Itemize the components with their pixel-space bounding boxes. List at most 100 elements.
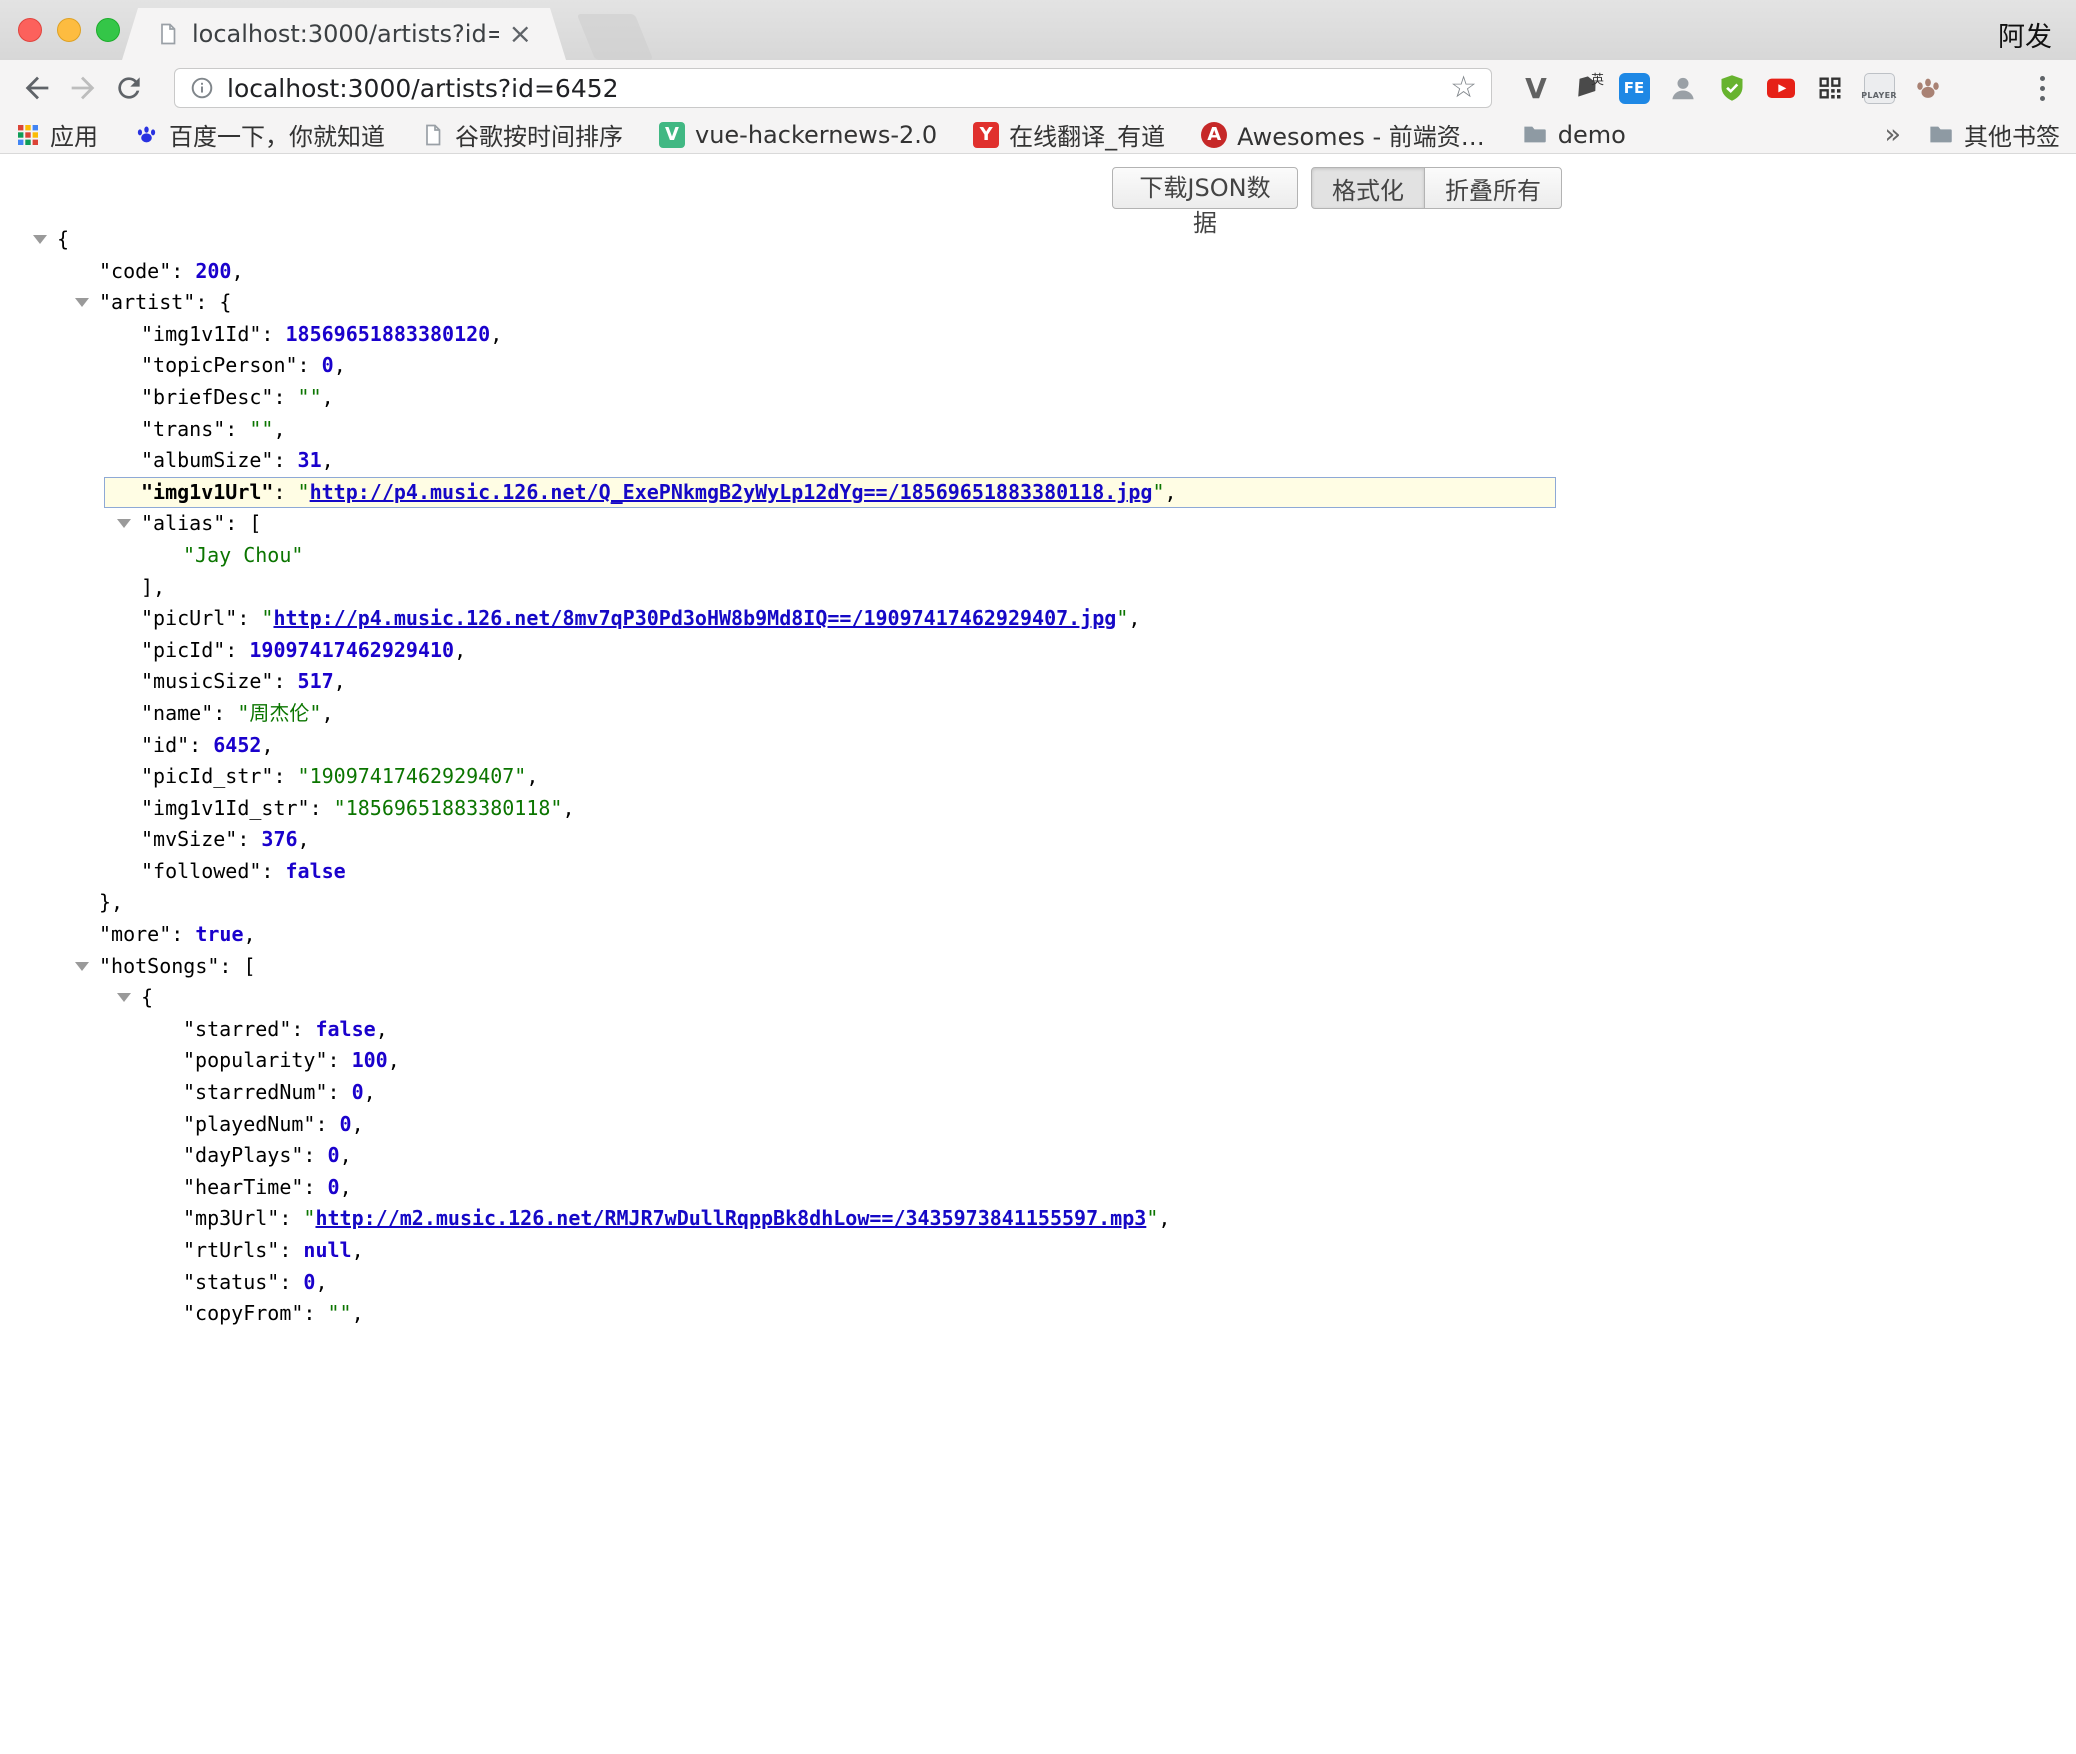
bookmark-label: vue-hackernews-2.0 (695, 121, 937, 149)
json-url-link[interactable]: http://m2.music.126.net/RMJR7wDullRqppBk… (315, 1206, 1146, 1230)
json-token-punc: , (352, 1238, 364, 1262)
json-line: "topicPerson": 0, (0, 350, 2076, 382)
bookmarks-overflow-chevron[interactable]: » (1884, 119, 1901, 150)
format-button[interactable]: 格式化 (1311, 167, 1425, 209)
download-json-button[interactable]: 下载JSON数据 (1112, 167, 1298, 209)
reload-button[interactable] (106, 65, 152, 111)
bookmark-item[interactable]: 谷歌按时间排序 (421, 117, 623, 152)
json-line: "albumSize": 31, (0, 445, 2076, 477)
json-token-key: "img1v1Url" (141, 480, 273, 504)
bookmark-item[interactable]: Y在线翻译_有道 (973, 117, 1165, 152)
bookmark-item[interactable]: AAwesomes - 前端资… (1201, 117, 1485, 152)
json-token-num: 0 (352, 1080, 364, 1104)
page-info-icon[interactable] (189, 75, 215, 101)
browser-window: localhost:3000/artists?id=645 × 阿发 local… (0, 0, 2076, 1754)
json-token-str: "周杰伦" (237, 701, 321, 725)
fehelper-extension-icon[interactable]: FE (1616, 70, 1652, 106)
json-line: "Jay Chou" (0, 540, 2076, 572)
collapse-triangle-icon[interactable] (117, 519, 131, 528)
paw-extension-icon[interactable] (1910, 70, 1946, 106)
browser-menu-icon[interactable] (2022, 68, 2062, 108)
fullscreen-window-button[interactable] (96, 18, 120, 42)
json-token-str: " (303, 1206, 315, 1230)
qrcode-extension-icon[interactable] (1812, 70, 1848, 106)
json-url-link[interactable]: http://p4.music.126.net/Q_ExePNkmgB2yWyL… (310, 480, 1153, 504)
json-token-punc: : (273, 385, 297, 409)
back-button[interactable] (14, 65, 60, 111)
shield-extension-icon[interactable] (1714, 70, 1750, 106)
apps-grid-icon (16, 123, 40, 147)
json-token-num: 0 (340, 1112, 352, 1136)
json-line-highlighted: "img1v1Url": "http://p4.music.126.net/Q_… (104, 477, 1556, 509)
browser-tab[interactable]: localhost:3000/artists?id=645 × (122, 8, 566, 60)
other-bookmarks-folder[interactable]: 其他书签 (1927, 117, 2060, 152)
json-line: "picUrl": "http://p4.music.126.net/8mv7q… (0, 603, 2076, 635)
tab-close-icon[interactable]: × (509, 20, 532, 48)
minimize-window-button[interactable] (57, 18, 81, 42)
json-token-punc: : (279, 1206, 303, 1230)
json-token-punc: : { (195, 290, 231, 314)
json-token-str: " (1146, 1206, 1158, 1230)
bookmark-item[interactable]: 百度一下，你就知道 (134, 117, 385, 152)
json-token-punc: : (279, 1238, 303, 1262)
json-token-punc: }, (99, 890, 123, 914)
json-token-num: 517 (298, 669, 334, 693)
json-token-bool: false (286, 859, 346, 883)
youtube-extension-icon[interactable] (1763, 70, 1799, 106)
close-window-button[interactable] (18, 18, 42, 42)
json-token-punc: : (225, 638, 249, 662)
json-token-punc: : (273, 480, 297, 504)
address-bar[interactable]: localhost:3000/artists?id=6452 ☆ (174, 68, 1492, 108)
profile-name[interactable]: 阿发 (1998, 15, 2052, 54)
json-line: "code": 200, (0, 256, 2076, 288)
json-token-num: 31 (298, 448, 322, 472)
json-line: "hearTime": 0, (0, 1172, 2076, 1204)
bookmarks-bar: 应用 百度一下，你就知道 谷歌按时间排序 Vvue-hackernews-2.0 Y在线… (0, 116, 2076, 154)
bookmark-item[interactable]: 应用 (16, 117, 98, 152)
collapse-triangle-icon[interactable] (75, 962, 89, 971)
json-token-punc: { (141, 985, 153, 1009)
json-token-bool: true (195, 922, 243, 946)
json-token-num: 200 (195, 259, 231, 283)
vimium-extension-icon[interactable]: V (1518, 70, 1554, 106)
json-line: "trans": "", (0, 414, 2076, 446)
json-token-punc: ], (141, 575, 165, 599)
folder-icon (1927, 121, 1954, 148)
bookmark-item[interactable]: Vvue-hackernews-2.0 (659, 121, 937, 149)
json-line: "img1v1Id_str": "18569651883380118", (0, 793, 2076, 825)
bookmark-star-icon[interactable]: ☆ (1450, 73, 1477, 103)
json-token-key: "hearTime" (183, 1175, 303, 1199)
bookmark-favicon: A (1201, 122, 1227, 148)
json-token-key: "rtUrls" (183, 1238, 279, 1262)
json-token-num: 0 (328, 1175, 340, 1199)
json-token-punc: : (261, 322, 285, 346)
json-line: "popularity": 100, (0, 1045, 2076, 1077)
profile-extension-icon[interactable] (1665, 70, 1701, 106)
json-token-str: "19097417462929407" (298, 764, 527, 788)
json-token-key: "mp3Url" (183, 1206, 279, 1230)
json-line: "picId_str": "19097417462929407", (0, 761, 2076, 793)
collapse-triangle-icon[interactable] (75, 298, 89, 307)
json-token-str: " (261, 606, 273, 630)
json-token-bool: false (315, 1017, 375, 1041)
json-line: ], (0, 572, 2076, 604)
forward-button[interactable] (60, 65, 106, 111)
collapse-triangle-icon[interactable] (33, 235, 47, 244)
json-token-punc: , (1158, 1206, 1170, 1230)
tab-strip: localhost:3000/artists?id=645 × 阿发 (0, 0, 2076, 60)
new-tab-button[interactable] (577, 14, 654, 60)
document-icon (421, 123, 445, 147)
json-line: "mp3Url": "http://m2.music.126.net/RMJR7… (0, 1203, 2076, 1235)
collapse-triangle-icon[interactable] (117, 993, 131, 1002)
youdao-extension-icon[interactable]: 英 (1567, 70, 1603, 106)
json-line: "artist": { (0, 287, 2076, 319)
collapse-all-button[interactable]: 折叠所有 (1424, 167, 1562, 209)
player-extension-icon[interactable]: PLAYER (1861, 70, 1897, 106)
bookmark-label: 其他书签 (1964, 117, 2060, 152)
bookmark-item[interactable]: demo (1521, 121, 1626, 149)
json-token-punc: , (526, 764, 538, 788)
json-token-punc: : (310, 796, 334, 820)
json-token-punc: , (454, 638, 466, 662)
json-url-link[interactable]: http://p4.music.126.net/8mv7qP30Pd3oHW8b… (273, 606, 1116, 630)
url-text[interactable]: localhost:3000/artists?id=6452 (227, 74, 1438, 103)
